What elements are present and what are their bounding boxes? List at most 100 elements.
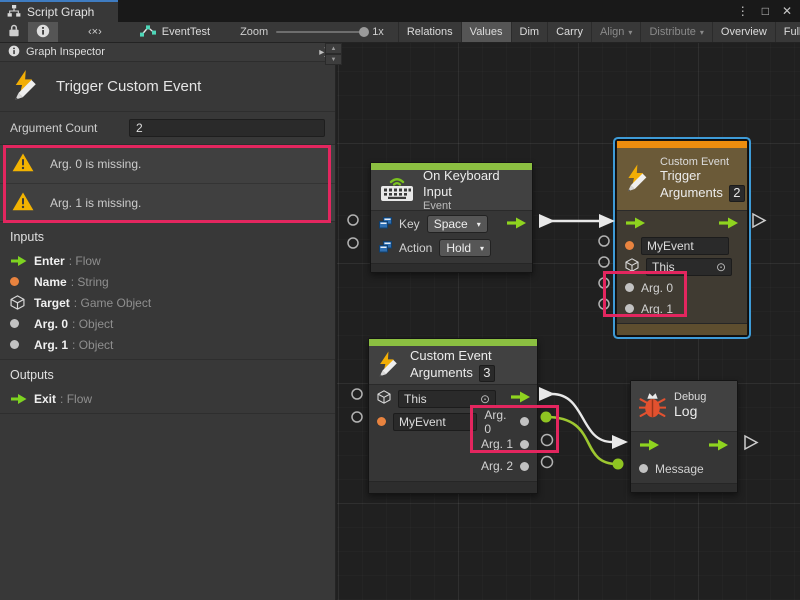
graph-icon: [140, 24, 156, 40]
flow-in-port[interactable]: [625, 217, 646, 232]
node-category: Custom Event: [660, 156, 745, 168]
window-maximize-icon[interactable]: □: [762, 4, 769, 18]
custom-event-icon: [625, 164, 652, 195]
chevron-down-icon: ▾: [477, 220, 481, 229]
arg0-port-label: Arg. 0: [484, 408, 513, 436]
node-custom-event[interactable]: Custom Event Arguments3 This⊙ MyEvent Ar…: [368, 338, 538, 494]
values-button[interactable]: Values: [462, 22, 511, 42]
arg2-port-label: Arg. 2: [481, 459, 513, 473]
event-name-field[interactable]: MyEvent: [641, 237, 729, 255]
inputs-section: Inputs Enter: Flow Name: String Target: …: [0, 222, 335, 360]
string-port-icon[interactable]: [625, 241, 634, 250]
argument-count-badge[interactable]: 2: [729, 185, 745, 202]
graph-toolbar: ‹×› EventTest Zoom 1x Relations Values D…: [0, 22, 800, 43]
align-button[interactable]: Align▾: [592, 22, 640, 42]
script-graph-icon: [7, 5, 21, 20]
object-port-icon[interactable]: [520, 462, 529, 471]
spin-up-icon[interactable]: ▲: [325, 43, 342, 54]
arg1-port-label: Arg. 1: [481, 437, 513, 451]
object-picker-icon[interactable]: ⊙: [716, 260, 726, 274]
node-subtitle: Event: [423, 200, 524, 212]
enum-icon: [379, 241, 392, 256]
action-dropdown[interactable]: Hold▾: [439, 239, 491, 257]
spin-down-icon[interactable]: ▼: [325, 54, 342, 65]
lock-icon: [8, 24, 20, 40]
chevron-down-icon: ▾: [480, 244, 484, 253]
argument-count-label: Argument Count: [10, 121, 97, 135]
keyboard-icon: [379, 175, 415, 205]
enum-icon: [379, 217, 392, 232]
inspector-toggle-button[interactable]: [28, 22, 58, 42]
relations-button[interactable]: Relations: [399, 22, 461, 42]
inspector-header: Graph Inspector ▸]: [0, 43, 335, 62]
graph-inspector-panel: Graph Inspector ▸] Trigger Custom Event …: [0, 43, 336, 600]
node-debug-log[interactable]: Debug Log Message: [630, 380, 738, 493]
argument-count-input[interactable]: 2: [129, 119, 325, 137]
carry-button[interactable]: Carry: [548, 22, 591, 42]
code-icon: ‹×›: [88, 26, 102, 38]
node-title-2: Arguments2: [660, 185, 745, 202]
string-port-icon: [10, 277, 19, 286]
zoom-slider-handle[interactable]: [359, 27, 369, 37]
message-port-label: Message: [655, 462, 704, 476]
graph-name: EventTest: [162, 26, 210, 38]
key-dropdown[interactable]: Space▾: [427, 215, 488, 233]
zoom-label: Zoom: [240, 26, 268, 38]
gameobject-cube-icon: [10, 295, 34, 310]
port-row-exit: Exit: Flow: [0, 388, 335, 409]
window-close-icon[interactable]: ✕: [782, 4, 792, 18]
tab-script-graph[interactable]: Script Graph: [0, 0, 118, 22]
window-menu-icon[interactable]: ⋮: [737, 4, 749, 18]
string-port-icon[interactable]: [377, 417, 386, 426]
flow-out-port[interactable]: [718, 217, 739, 232]
flow-out-port[interactable]: [708, 439, 729, 454]
inspector-header-title: Graph Inspector: [26, 46, 105, 58]
node-on-keyboard-input[interactable]: On Keyboard Input Event Key Space▾ Actio…: [370, 162, 533, 273]
flow-out-port[interactable]: [506, 217, 527, 232]
fullscreen-button[interactable]: Full Screen: [776, 22, 800, 42]
panel-spinner[interactable]: ▲ ▼: [325, 43, 342, 67]
object-port-icon[interactable]: [625, 304, 634, 313]
flow-out-port[interactable]: [510, 391, 531, 406]
overview-button[interactable]: Overview: [713, 22, 775, 42]
node-trigger-custom-event[interactable]: Custom Event Trigger Arguments2 MyEvent …: [616, 140, 748, 336]
node-title: Trigger: [660, 168, 745, 184]
argument-count-badge[interactable]: 3: [479, 365, 495, 382]
object-port-icon[interactable]: [625, 283, 634, 292]
port-row-target: Target: Game Object: [0, 292, 335, 313]
object-port-icon: [10, 340, 19, 349]
arg1-port-label: Arg. 1: [641, 302, 673, 316]
object-port-icon: [10, 319, 19, 328]
chevron-down-icon: ▾: [628, 28, 632, 37]
zoom-value: 1x: [372, 26, 384, 38]
object-picker-icon[interactable]: ⊙: [480, 392, 490, 406]
code-view-button[interactable]: ‹×›: [80, 22, 110, 42]
object-port-icon[interactable]: [520, 417, 529, 426]
graph-breadcrumb[interactable]: EventTest: [132, 22, 218, 42]
unit-title-block: Trigger Custom Event: [0, 62, 335, 112]
arg0-port-label: Arg. 0: [641, 281, 673, 295]
object-port-icon[interactable]: [639, 464, 648, 473]
info-icon: [8, 45, 20, 60]
event-name-field[interactable]: MyEvent: [393, 413, 477, 431]
target-field[interactable]: This⊙: [646, 258, 732, 276]
action-port-label: Action: [399, 241, 432, 255]
argument-count-row: Argument Count 2: [0, 112, 335, 145]
zoom-slider[interactable]: [276, 31, 364, 33]
flow-in-port[interactable]: [639, 439, 660, 454]
outputs-section: Outputs Exit: Flow: [0, 360, 335, 414]
dim-button[interactable]: Dim: [512, 22, 548, 42]
warnings-block: Arg. 0 is missing. Arg. 1 is missing.: [0, 145, 335, 222]
node-title: Log: [674, 403, 706, 421]
warning-text: Arg. 0 is missing.: [50, 157, 141, 171]
port-row-enter: Enter: Flow: [0, 250, 335, 271]
distribute-button[interactable]: Distribute▾: [641, 22, 711, 42]
gameobject-cube-icon[interactable]: [625, 258, 639, 275]
custom-event-icon: [12, 70, 42, 103]
object-port-icon[interactable]: [520, 440, 529, 449]
zoom-control: Zoom 1x: [232, 22, 392, 42]
lock-button[interactable]: [0, 22, 28, 42]
gameobject-cube-icon[interactable]: [377, 390, 391, 407]
port-row-arg0: Arg. 0: Object: [0, 313, 335, 334]
target-field[interactable]: This⊙: [398, 390, 496, 408]
